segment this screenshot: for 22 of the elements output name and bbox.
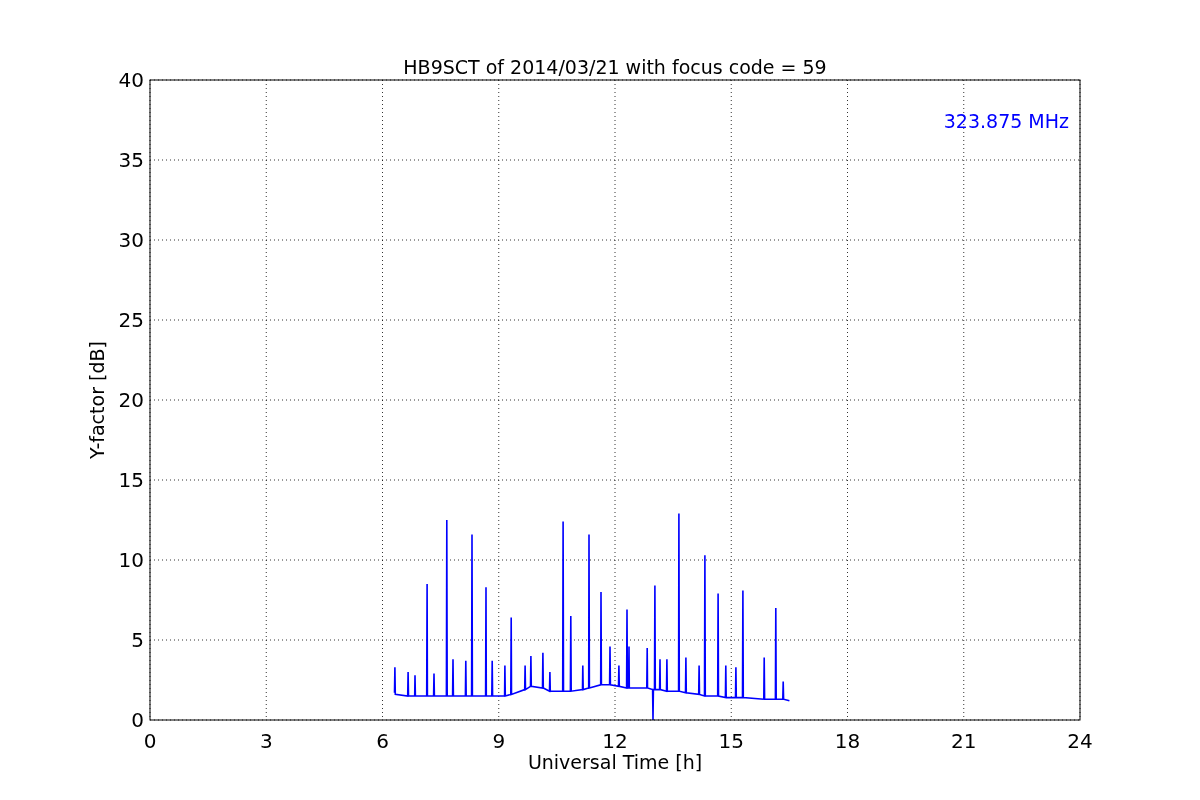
axis-tick-label: 0 bbox=[143, 729, 157, 753]
annotation-text: 323.875 MHz bbox=[943, 110, 1069, 132]
axis-tick-label: 10 bbox=[118, 548, 144, 572]
axis-tick-label: 24 bbox=[1067, 729, 1093, 753]
axis-tick-label: 35 bbox=[118, 148, 144, 172]
axis-tick-label: 40 bbox=[118, 68, 144, 92]
axis-tick-label: 0 bbox=[131, 708, 144, 732]
axis-tick-label: 15 bbox=[718, 729, 744, 753]
axis-label: Y-factor [dB] bbox=[86, 341, 108, 459]
axis-tick-label: 20 bbox=[118, 388, 144, 412]
chart-title: HB9SCT of 2014/03/21 with focus code = 59 bbox=[403, 56, 827, 78]
axis-tick-label: 12 bbox=[602, 729, 628, 753]
axis-tick-label: 15 bbox=[118, 468, 144, 492]
axis-tick-label: 30 bbox=[118, 228, 144, 252]
axis-label: Universal Time [h] bbox=[527, 751, 703, 773]
axis-tick-label: 6 bbox=[376, 729, 389, 753]
axis-tick-label: 18 bbox=[834, 729, 861, 753]
axis-tick-label: 25 bbox=[118, 308, 144, 332]
axis-tick-label: 5 bbox=[131, 628, 144, 652]
axis-tick-label: 21 bbox=[951, 729, 977, 753]
axis-tick-label: 9 bbox=[492, 729, 506, 753]
axis-tick-label: 3 bbox=[259, 729, 273, 753]
